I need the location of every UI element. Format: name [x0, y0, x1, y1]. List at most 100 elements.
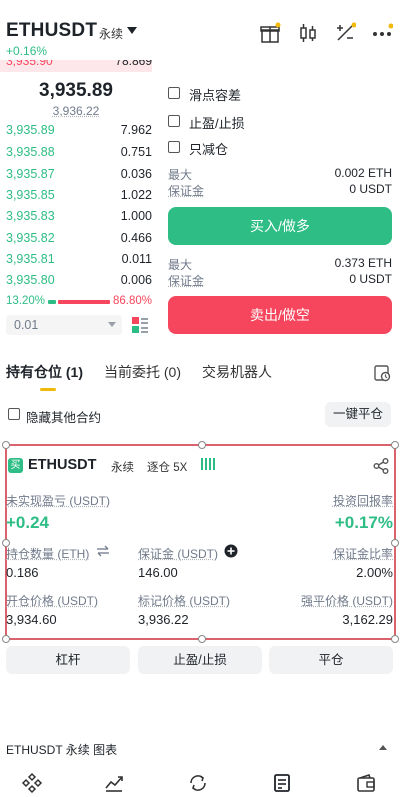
reduce-only-label: 只减仓 — [189, 142, 229, 157]
roi-label: 投资回报率 — [332, 494, 393, 508]
slippage-label: 滑点容差 — [189, 88, 242, 103]
bid-price: 3,935.88 — [6, 145, 55, 159]
mark-price-label: 标记价格 (USDT) — [138, 594, 230, 608]
futures-icon[interactable] — [271, 772, 293, 794]
bid-row[interactable]: 3,935.89 7.962 — [6, 121, 152, 141]
more-icon[interactable] — [371, 22, 393, 44]
position-contract-type: 永续 — [111, 462, 134, 474]
sell-ratio: 86.80% — [112, 295, 152, 307]
trade-icon[interactable] — [187, 772, 209, 794]
bid-price: 3,935.89 — [6, 123, 55, 137]
bid-row[interactable]: 3,935.81 0.011 — [6, 250, 152, 270]
hide-other-contracts-checkbox[interactable] — [8, 408, 20, 420]
bid-price: 3,935.85 — [6, 188, 55, 202]
swap-icon[interactable] — [96, 545, 110, 557]
unrealized-pnl-value: +0.24 — [6, 513, 50, 532]
markets-icon[interactable] — [103, 772, 125, 794]
unrealized-pnl-label: 未实现盈亏 (USDT) — [6, 494, 110, 508]
liquidation-price-label: 强平价格 (USDT) — [301, 594, 393, 608]
candlestick-chart-icon[interactable] — [297, 22, 319, 44]
bid-price: 3,935.83 — [6, 209, 55, 223]
precision-select[interactable]: 0.01 — [6, 315, 122, 335]
reduce-only-checkbox[interactable] — [168, 141, 180, 153]
sell-max-label: 最大 — [168, 258, 193, 272]
home-icon[interactable] — [21, 772, 43, 794]
leverage-button[interactable]: 杠杆 — [6, 646, 130, 674]
buy-max-label: 最大 — [168, 168, 193, 182]
selection-handle — [2, 635, 10, 643]
ask-row[interactable]: 3,935.90 78.869 — [0, 60, 152, 72]
orderbook-layout-icon[interactable] — [131, 316, 149, 334]
buy-sell-ratio: 13.20% 86.80% — [6, 295, 152, 309]
contract-type[interactable]: 永续 — [99, 25, 123, 42]
selection-handle — [198, 635, 206, 643]
bid-price: 3,935.87 — [6, 167, 55, 181]
close-position-button[interactable]: 平仓 — [269, 646, 393, 674]
bid-qty: 0.006 — [120, 273, 152, 287]
buy-max-value: 0.002 ETH — [334, 166, 392, 180]
entry-price-label: 开仓价格 (USDT) — [6, 594, 98, 608]
mark-price-value: 3,936.22 — [138, 612, 189, 627]
bid-qty: 1.000 — [120, 209, 152, 223]
buy-ratio: 13.20% — [6, 295, 46, 307]
entry-price-value: 3,934.60 — [6, 612, 57, 627]
margin-value: 146.00 — [138, 565, 178, 580]
bid-row[interactable]: 3,935.87 0.036 — [6, 165, 152, 185]
buy-long-button[interactable]: 买入/做多 — [168, 207, 392, 245]
sell-margin-value: 0 USDT — [349, 272, 392, 286]
bid-qty: 1.022 — [120, 188, 152, 202]
bid-qty: 7.962 — [120, 123, 152, 137]
tpsl-label: 止盈/止损 — [189, 116, 245, 131]
position-card — [2, 441, 399, 643]
bid-qty: 0.466 — [120, 231, 152, 245]
bid-price: 3,935.81 — [6, 252, 55, 266]
bid-row[interactable]: 3,935.85 1.022 — [6, 186, 152, 206]
sell-short-button[interactable]: 卖出/做空 — [168, 296, 392, 334]
sell-margin-label: 保证金 — [168, 274, 205, 288]
position-symbol[interactable]: ETHUSDT — [28, 457, 96, 473]
selection-handle — [391, 635, 399, 643]
bid-row[interactable]: 3,935.80 0.006 — [6, 271, 152, 291]
tab-open-orders[interactable]: 当前委托 (0) — [104, 362, 181, 382]
bid-price: 3,935.80 — [6, 273, 55, 287]
bid-row[interactable]: 3,935.83 1.000 — [6, 207, 152, 227]
bid-row[interactable]: 3,935.88 0.751 — [6, 143, 152, 163]
ask-price: 3,935.90 — [6, 60, 53, 68]
ask-qty: 78.869 — [115, 60, 152, 68]
precision-value: 0.01 — [14, 318, 39, 332]
margin-label: 保证金 (USDT) — [138, 547, 218, 561]
active-tab-indicator — [40, 388, 56, 391]
price-change: +0.16% — [6, 44, 48, 58]
roi-value: +0.17% — [334, 513, 393, 532]
chevron-down-icon — [108, 322, 116, 327]
tab-positions[interactable]: 持有仓位 (1) — [6, 362, 83, 382]
margin-ratio-value: 2.00% — [356, 565, 393, 580]
buy-margin-label: 保证金 — [168, 184, 205, 198]
last-price[interactable]: 3,935.89 — [0, 80, 152, 102]
slippage-checkbox[interactable] — [168, 87, 180, 99]
tab-trading-bots[interactable]: 交易机器人 — [202, 362, 272, 382]
selection-handle — [391, 441, 399, 449]
margin-ratio-label: 保证金比率 — [332, 547, 393, 561]
chevron-up-icon[interactable] — [379, 745, 387, 750]
position-margin-mode: 逐仓 5X — [147, 462, 188, 474]
sell-max-value: 0.373 ETH — [334, 256, 392, 270]
symbol-title[interactable]: ETHUSDT — [6, 20, 97, 42]
bid-qty: 0.036 — [120, 167, 152, 181]
bid-row[interactable]: 3,935.82 0.466 — [6, 229, 152, 249]
tpsl-checkbox[interactable] — [168, 115, 180, 127]
add-margin-icon[interactable] — [224, 544, 238, 558]
bid-qty: 0.011 — [121, 252, 152, 266]
adl-indicator-icon — [201, 458, 215, 470]
wallet-icon[interactable] — [355, 772, 377, 794]
chevron-down-icon[interactable] — [127, 27, 137, 34]
bid-qty: 0.751 — [120, 145, 152, 159]
gift-icon[interactable] — [259, 22, 281, 44]
share-icon[interactable] — [372, 457, 390, 475]
chart-toggle-label[interactable]: ETHUSDT 永续 图表 — [6, 741, 117, 758]
history-icon[interactable] — [373, 364, 391, 382]
calculator-icon[interactable] — [334, 22, 356, 44]
liquidation-price-value: 3,162.29 — [342, 612, 393, 627]
close-all-button[interactable]: 一键平仓 — [325, 402, 391, 427]
tpsl-button[interactable]: 止盈/止损 — [138, 646, 262, 674]
